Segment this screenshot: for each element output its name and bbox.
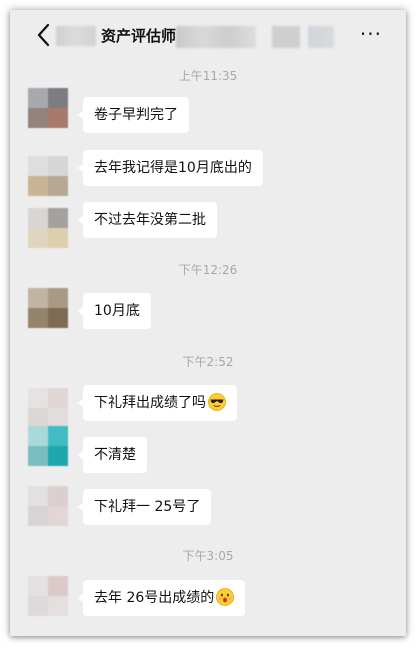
message-text: 下礼拜出成绩了吗	[94, 395, 206, 411]
message-bubble[interactable]: 不清楚	[78, 437, 147, 473]
more-options-icon[interactable]: ···	[360, 22, 382, 46]
avatar[interactable]	[28, 288, 68, 328]
timestamp: 上午11:35	[178, 69, 238, 83]
avatar[interactable]	[28, 208, 68, 248]
blurred-title-part	[176, 26, 256, 48]
timestamp: 下午3:05	[182, 549, 234, 563]
avatar[interactable]	[28, 388, 68, 428]
chevron-left-icon[interactable]	[34, 22, 54, 48]
avatar[interactable]	[28, 486, 68, 526]
message-bubble[interactable]: 不过去年没第二批	[78, 202, 217, 238]
chat-title: 资产评估师	[101, 27, 177, 45]
message-bubble[interactable]: 10月底	[78, 293, 151, 329]
chat-window: 资产评估师 ··· 上午11:35 卷子早判完了 去年我记得是10月底出的 不过…	[10, 10, 406, 636]
message-text: 去年 26号出成绩的	[94, 590, 215, 606]
message-bubble[interactable]: 去年 26号出成绩的	[77, 580, 246, 616]
avatar[interactable]	[28, 156, 68, 196]
avatar[interactable]	[28, 88, 68, 128]
message-bubble[interactable]: 卷子早判完了	[78, 97, 189, 133]
message-bubble[interactable]: 下礼拜出成绩了吗	[78, 385, 237, 421]
timestamp: 下午2:52	[182, 355, 234, 369]
message-bubble[interactable]: 去年我记得是10月底出的	[78, 150, 263, 186]
message-bubble[interactable]: 下礼拜一 25号了	[77, 489, 212, 525]
timestamp: 下午12:26	[178, 263, 238, 277]
avatar[interactable]	[28, 426, 68, 466]
blurred-contact-name	[56, 26, 96, 46]
blurred-title-part	[308, 26, 334, 48]
chat-header: 资产评估师 ···	[10, 10, 406, 60]
blurred-title-part	[272, 26, 300, 48]
surprised-face-emoji-icon	[216, 587, 235, 606]
avatar[interactable]	[28, 576, 68, 616]
sunglasses-emoji-icon	[208, 392, 226, 411]
